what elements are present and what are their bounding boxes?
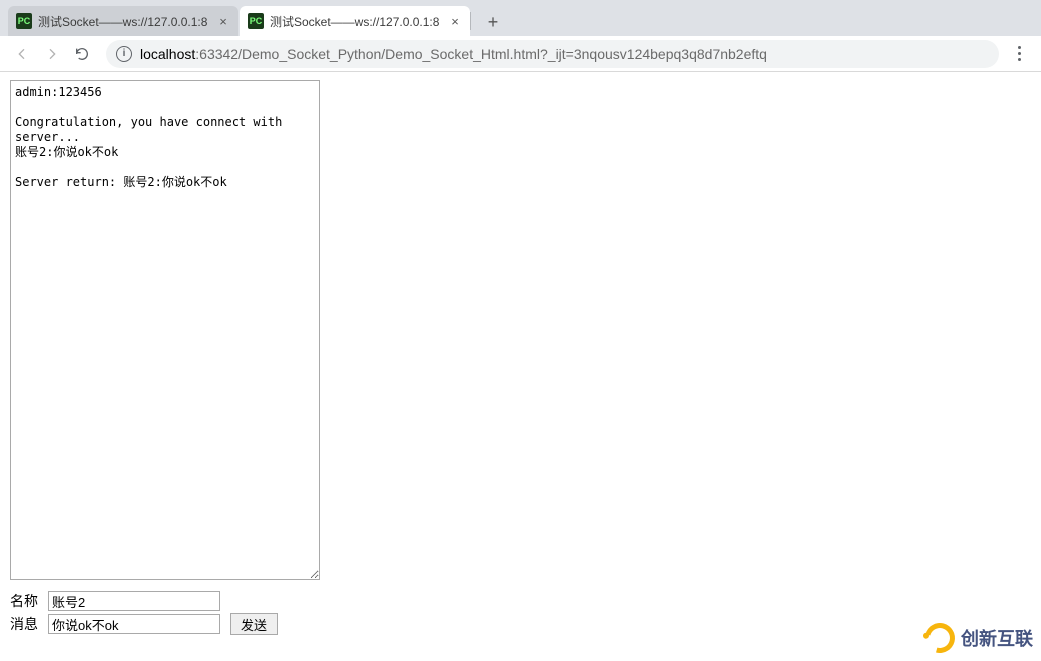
url-port: :63342 <box>195 46 238 62</box>
tab-title: 测试Socket——ws://127.0.0.1:8 <box>270 13 442 30</box>
tab-title: 测试Socket——ws://127.0.0.1:8 <box>38 13 210 30</box>
name-label: 名称 <box>10 591 44 611</box>
new-tab-button[interactable]: + <box>479 8 507 36</box>
arrow-right-icon <box>44 46 60 62</box>
url-text: localhost:63342/Demo_Socket_Python/Demo_… <box>140 46 767 62</box>
back-button[interactable] <box>8 40 36 68</box>
site-info-icon[interactable]: i <box>116 46 132 62</box>
dots-icon <box>1018 46 1021 49</box>
reload-button[interactable] <box>68 40 96 68</box>
name-input[interactable] <box>48 591 220 611</box>
send-button[interactable]: 发送 <box>230 613 278 635</box>
form-area: 名称 消息 发送 <box>10 591 1031 635</box>
favicon-icon: PC <box>248 13 264 29</box>
favicon-icon: PC <box>16 13 32 29</box>
watermark-text: 创新互联 <box>961 625 1033 651</box>
arrow-left-icon <box>14 46 30 62</box>
dots-icon <box>1018 58 1021 61</box>
forward-button[interactable] <box>38 40 66 68</box>
name-row: 名称 <box>10 591 1031 611</box>
message-label: 消息 <box>10 614 44 634</box>
reload-icon <box>74 46 90 62</box>
address-bar[interactable]: i localhost:63342/Demo_Socket_Python/Dem… <box>106 40 999 68</box>
watermark-logo-icon <box>920 618 961 659</box>
url-path: /Demo_Socket_Python/Demo_Socket_Html.htm… <box>238 46 767 62</box>
message-row: 消息 发送 <box>10 613 1031 635</box>
toolbar: i localhost:63342/Demo_Socket_Python/Dem… <box>0 36 1041 72</box>
tab-strip: PC 测试Socket——ws://127.0.0.1:8 × PC 测试Soc… <box>0 0 1041 36</box>
log-textarea[interactable] <box>10 80 320 580</box>
close-icon[interactable]: × <box>216 14 230 28</box>
tab-separator <box>470 12 471 30</box>
page-content: 名称 消息 发送 <box>0 72 1041 645</box>
tab-1[interactable]: PC 测试Socket——ws://127.0.0.1:8 × <box>240 6 470 36</box>
dots-icon <box>1018 52 1021 55</box>
watermark: 创新互联 <box>925 623 1033 653</box>
message-input[interactable] <box>48 614 220 634</box>
url-host: localhost <box>140 46 195 62</box>
tab-0[interactable]: PC 测试Socket——ws://127.0.0.1:8 × <box>8 6 238 36</box>
close-icon[interactable]: × <box>448 14 462 28</box>
browser-menu-button[interactable] <box>1005 40 1033 68</box>
browser-chrome: PC 测试Socket——ws://127.0.0.1:8 × PC 测试Soc… <box>0 0 1041 72</box>
